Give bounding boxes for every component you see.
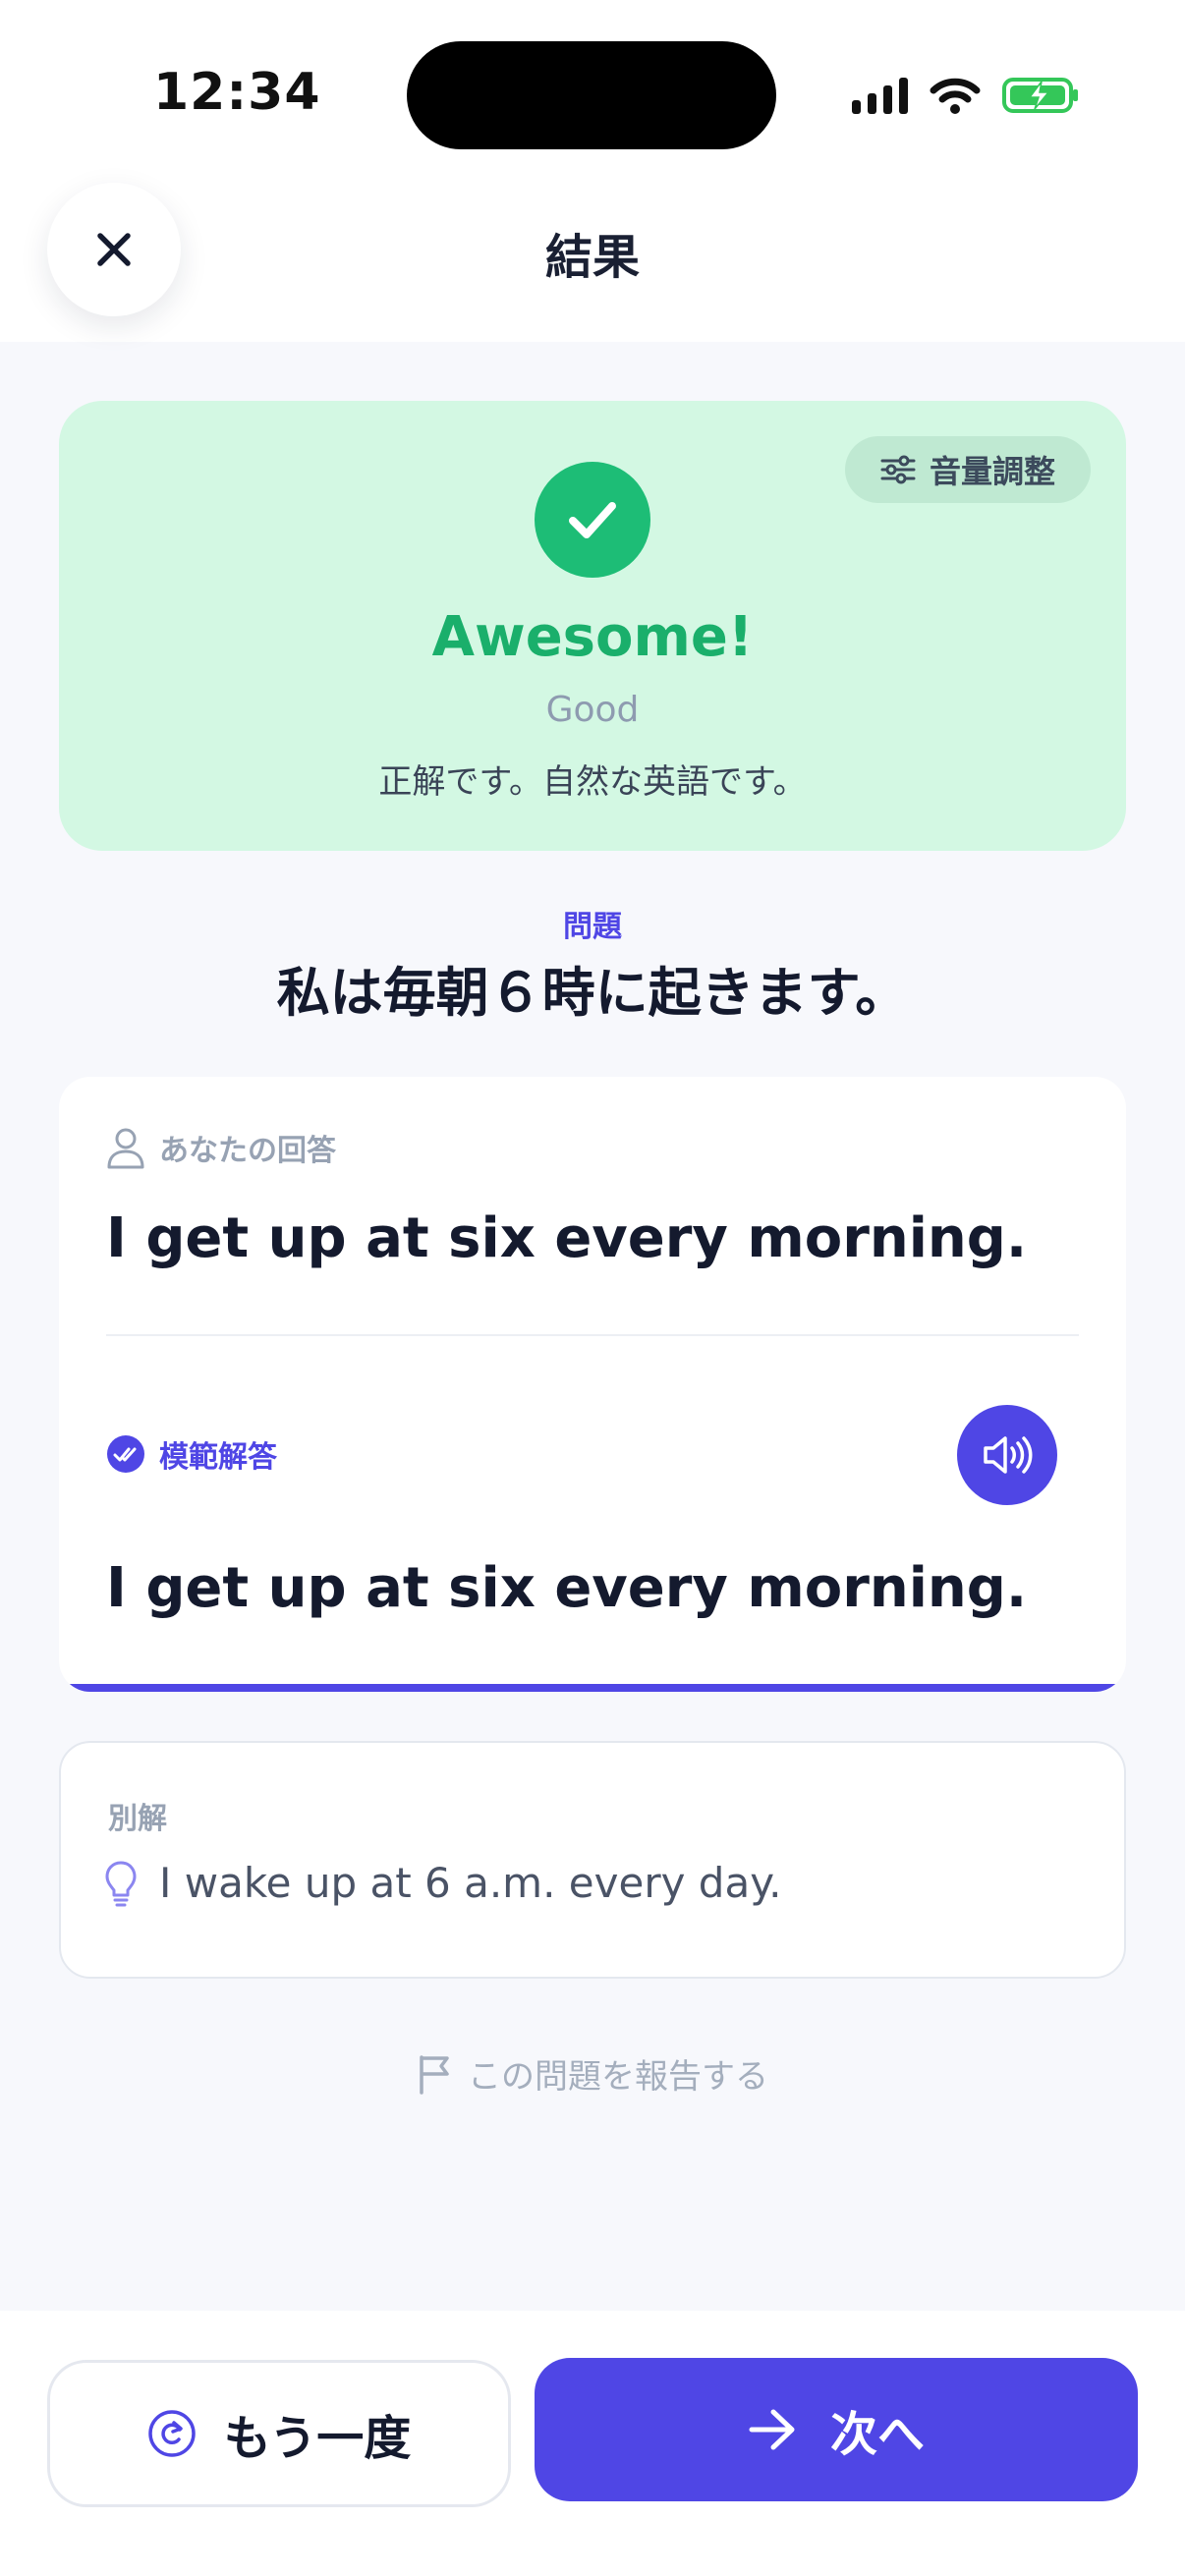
result-message: 正解です。自然な英語です。 [378, 762, 807, 802]
alternative-answer-card: 別解 I wake up at 6 a.m. every day. [59, 1741, 1126, 1979]
status-time: 12:34 [153, 63, 321, 122]
speaker-icon [984, 1436, 1033, 1474]
retry-icon [147, 2410, 196, 2457]
top-header: 12:34 結果 [0, 0, 1185, 342]
flag-icon [420, 2054, 449, 2095]
double-check-badge-icon [107, 1435, 144, 1473]
page-title: 結果 [544, 230, 640, 285]
answer-card-accent-bar [59, 1684, 1126, 1692]
checkmark-icon [535, 462, 650, 578]
retry-label: もう一度 [223, 2411, 412, 2466]
wifi-icon [930, 77, 981, 114]
report-link[interactable]: この問題を報告する [0, 2049, 1185, 2098]
dynamic-island [407, 41, 776, 149]
alternative-label: 別解 [108, 1802, 167, 1836]
results-screen: 12:34 結果 音量調整 Awesome! Good 正解です。自然な英語です… [0, 0, 1185, 2576]
alternative-row: I wake up at 6 a.m. every day. [104, 1859, 781, 1907]
result-title: Awesome! [431, 605, 754, 669]
model-answer-label: 模範解答 [159, 1440, 277, 1475]
alternative-text: I wake up at 6 a.m. every day. [159, 1859, 782, 1907]
volume-adjust-button[interactable]: 音量調整 [844, 436, 1091, 503]
retry-button[interactable]: もう一度 [47, 2360, 511, 2507]
result-grade: Good [545, 690, 640, 730]
lightbulb-icon [105, 1861, 137, 1906]
result-card: 音量調整 Awesome! Good 正解です。自然な英語です。 [59, 401, 1126, 851]
sliders-icon [880, 455, 916, 484]
model-answer-text: I get up at six every morning. [106, 1556, 1028, 1620]
report-label: この問題を報告する [468, 2057, 768, 2097]
next-label: 次へ [829, 2407, 925, 2462]
divider [106, 1334, 1079, 1336]
question-text: 私は毎朝６時に起きます。 [276, 962, 909, 1024]
arrow-right-icon [749, 2409, 795, 2450]
question-label: 問題 [563, 910, 622, 944]
answer-card: あなたの回答 I get up at six every morning. 模範… [59, 1077, 1126, 1692]
status-icons [852, 71, 1081, 120]
user-answer-label: あなたの回答 [159, 1134, 336, 1168]
play-audio-button[interactable] [957, 1405, 1057, 1505]
volume-adjust-label: 音量調整 [929, 453, 1055, 490]
user-answer-text: I get up at six every morning. [106, 1206, 1028, 1270]
next-button[interactable]: 次へ [535, 2358, 1138, 2501]
cellular-signal-icon [852, 77, 908, 114]
user-icon [107, 1128, 144, 1169]
battery-charging-icon [1002, 76, 1081, 115]
model-answer-label-row: 模範解答 [106, 1432, 277, 1476]
bottom-action-bar: もう一度 次へ [0, 2311, 1185, 2576]
user-answer-label-row: あなたの回答 [106, 1126, 336, 1169]
